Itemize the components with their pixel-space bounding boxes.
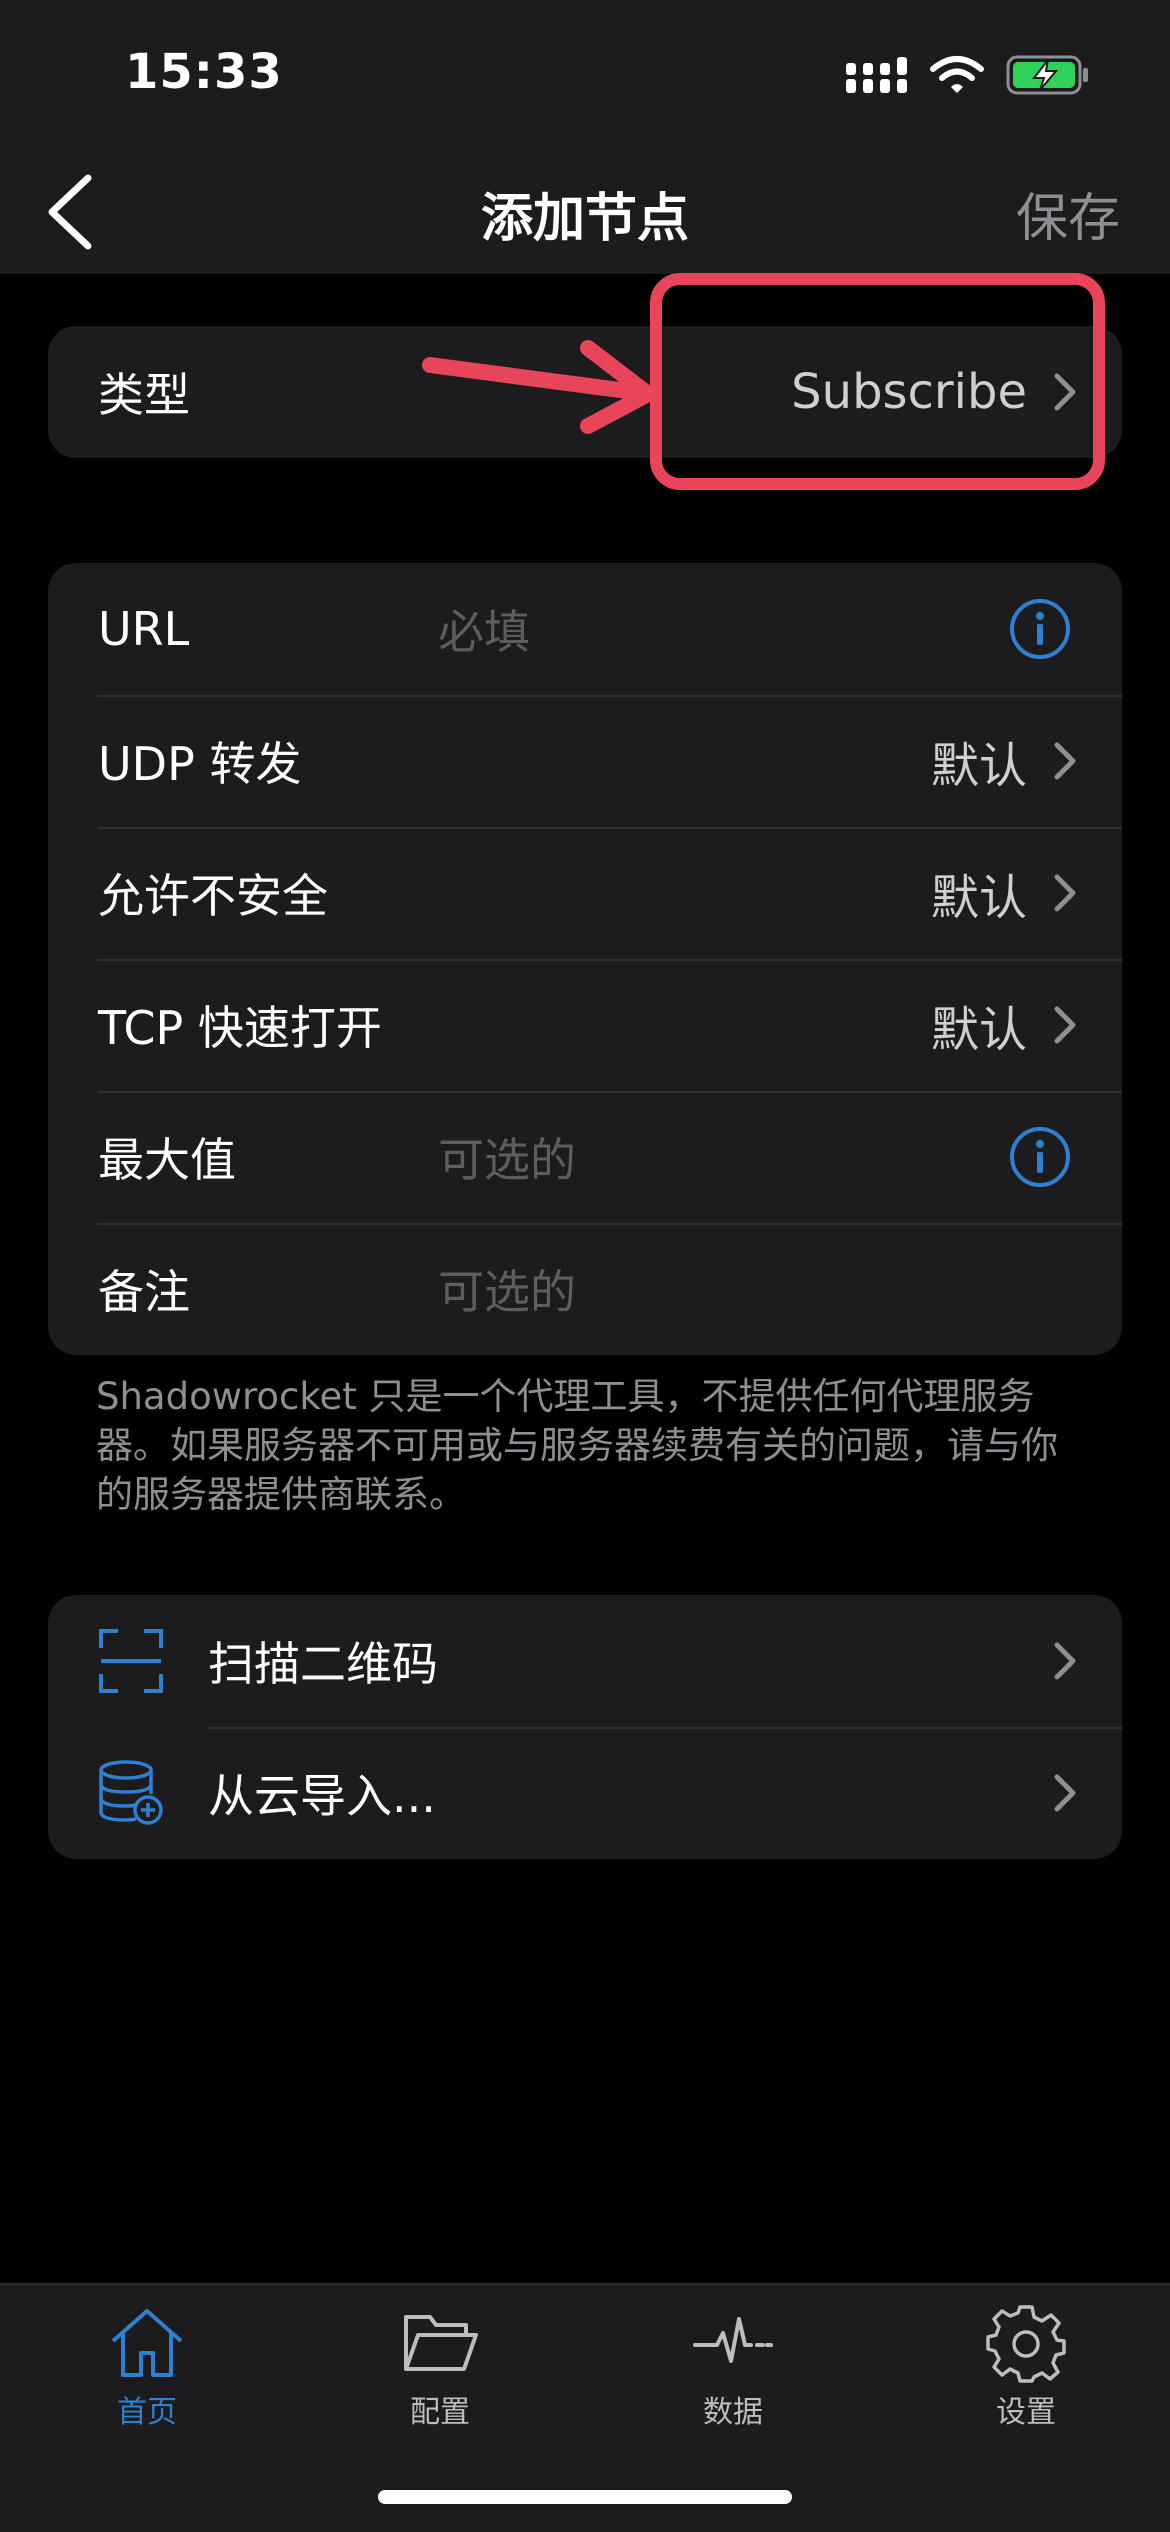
qr-scan-icon xyxy=(99,1629,163,1693)
highlight-box xyxy=(650,273,1105,490)
page-title: 添加节点 xyxy=(480,189,689,249)
import-from-cloud-label: 从云导入... xyxy=(208,1769,436,1823)
remark-input[interactable]: 可选的 xyxy=(438,1256,576,1322)
max-value-label: 最大值 xyxy=(98,1133,236,1187)
allow-insecure-value: 默认 xyxy=(930,870,1027,926)
gear-icon xyxy=(986,2305,1066,2383)
import-from-cloud-row[interactable]: 从云导入... xyxy=(48,1727,1122,1859)
cellular-signal-icon xyxy=(846,57,907,93)
status-time: 15:33 xyxy=(125,44,283,100)
max-value-row[interactable]: 最大值 可选的 xyxy=(48,1091,1122,1223)
import-actions-group: 扫描二维码 从云导入... xyxy=(48,1595,1122,1859)
allow-insecure-label: 允许不安全 xyxy=(98,869,328,923)
home-icon xyxy=(111,2309,183,2377)
tab-config-label: 配置 xyxy=(410,2395,470,2430)
chevron-right-icon xyxy=(1054,1642,1076,1680)
udp-relay-value: 默认 xyxy=(930,738,1027,794)
info-icon[interactable] xyxy=(1008,597,1072,661)
tab-home-label: 首页 xyxy=(117,2395,177,2430)
allow-insecure-row[interactable]: 允许不安全 默认 xyxy=(48,827,1122,959)
tcp-fast-open-label: TCP 快速打开 xyxy=(98,1001,382,1055)
url-label: URL xyxy=(98,602,190,656)
type-label: 类型 xyxy=(98,368,190,422)
wifi-icon xyxy=(930,56,984,93)
navigation-bar: 添加节点 保存 xyxy=(0,150,1170,274)
tab-data[interactable]: 数据 xyxy=(633,2303,833,2431)
chevron-right-icon xyxy=(1054,1006,1076,1044)
save-button[interactable]: 保存 xyxy=(1016,176,1120,251)
chevron-right-icon xyxy=(1054,1774,1076,1812)
tab-home[interactable]: 首页 xyxy=(47,2303,247,2431)
battery-charging-icon xyxy=(1006,55,1088,95)
remark-row[interactable]: 备注 可选的 xyxy=(48,1223,1122,1355)
info-icon[interactable] xyxy=(1008,1125,1072,1189)
folder-icon xyxy=(404,2315,478,2371)
tab-data-label: 数据 xyxy=(703,2395,763,2430)
chevron-right-icon xyxy=(1054,742,1076,780)
remark-label: 备注 xyxy=(98,1265,190,1319)
home-indicator xyxy=(378,2490,792,2504)
max-value-input[interactable]: 可选的 xyxy=(438,1124,576,1190)
node-settings-group: URL 必填 UDP 转发 默认 允许不安全 默认 TCP 快速打开 默认 最大… xyxy=(48,563,1122,1355)
udp-relay-label: UDP 转发 xyxy=(98,737,302,791)
tab-config[interactable]: 配置 xyxy=(340,2303,540,2431)
scan-qr-row[interactable]: 扫描二维码 xyxy=(48,1595,1122,1727)
tcp-fast-open-row[interactable]: TCP 快速打开 默认 xyxy=(48,959,1122,1091)
disclaimer-text: Shadowrocket 只是一个代理工具，不提供任何代理服务器。如果服务器不可… xyxy=(96,1375,1058,1516)
scan-qr-label: 扫描二维码 xyxy=(208,1637,438,1691)
chevron-right-icon xyxy=(1054,874,1076,912)
status-icons xyxy=(846,54,1090,96)
udp-relay-row[interactable]: UDP 转发 默认 xyxy=(48,695,1122,827)
status-bar: 15:33 xyxy=(0,0,1170,150)
url-input[interactable]: 必填 xyxy=(438,596,530,662)
url-row[interactable]: URL 必填 xyxy=(48,563,1122,695)
tcp-fast-open-value: 默认 xyxy=(930,1002,1027,1058)
cloud-database-icon xyxy=(99,1760,163,1825)
activity-icon xyxy=(693,2317,773,2363)
tab-settings-label: 设置 xyxy=(996,2395,1056,2430)
tab-settings[interactable]: 设置 xyxy=(926,2303,1126,2431)
annotation-arrow-icon xyxy=(422,340,656,434)
